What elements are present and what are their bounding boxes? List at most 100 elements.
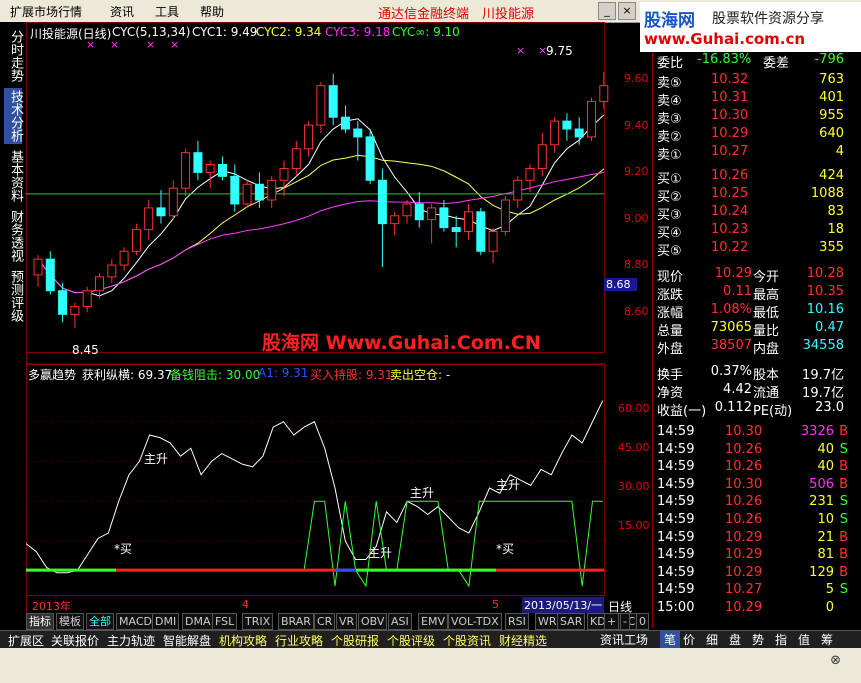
menu-item-news[interactable]: 资讯 — [110, 3, 134, 20]
right-bottom-tab[interactable]: 筹 — [821, 631, 833, 648]
menu-item-tools[interactable]: 工具 — [155, 3, 179, 20]
y-tick-9.40: 9.40 — [624, 119, 649, 132]
indicator-tab-macd[interactable]: MACD — [116, 613, 155, 630]
period-btn[interactable]: - — [620, 613, 630, 630]
tab-forecast[interactable]: 预测评级 — [4, 268, 23, 324]
right-bottom-tab[interactable]: 笔 — [660, 631, 681, 648]
indicator-tab-obv[interactable]: OBV — [358, 613, 388, 630]
candle-body — [230, 175, 240, 205]
bottom-tab[interactable]: 关联报价 — [51, 632, 99, 649]
candle-body — [513, 179, 523, 201]
stock-name-title: 川投能源 — [482, 7, 535, 22]
tick-row: 14:59 10.29 81 B — [653, 547, 861, 565]
candle-body — [328, 85, 338, 118]
bottom-tab[interactable]: 智能解盘 — [163, 632, 211, 649]
right-bottom-tab[interactable]: 指 — [775, 631, 787, 648]
right-bottom-tab[interactable]: 价 — [683, 631, 695, 648]
stat-row: 涨跌 0.11 最高 10.35 — [653, 284, 861, 303]
menu-item-help[interactable]: 帮助 — [200, 3, 224, 20]
indicator-tab-asi[interactable]: ASI — [388, 613, 412, 630]
bottom-tab[interactable]: 行业攻略 — [275, 632, 323, 649]
statusbar-close-icon[interactable]: ⊗ — [830, 653, 841, 668]
indicator-tab-brar[interactable]: BRAR — [278, 613, 314, 630]
indicator-tab-sar[interactable]: SAR — [557, 613, 586, 630]
tab-finance[interactable]: 财务透视 — [4, 208, 23, 264]
bottom-tab[interactable]: 个股资讯 — [443, 632, 491, 649]
bottom-tab[interactable]: 个股评级 — [387, 632, 435, 649]
indicator-tab-dma[interactable]: DMA — [182, 613, 214, 630]
sell-price: 10.32 — [711, 72, 749, 87]
low-price-label: 8.45 — [72, 343, 99, 357]
tab-basic-info[interactable]: 基本资料 — [4, 148, 23, 204]
indicator-tab-vr[interactable]: VR — [336, 613, 358, 630]
tab-technical[interactable]: 技术分析 — [4, 88, 23, 144]
right-bottom-tab[interactable]: 势 — [752, 631, 764, 648]
right-bottom-tab[interactable]: 盘 — [729, 631, 741, 648]
menu-item-ext-market[interactable]: 扩展市场行情 — [10, 3, 82, 20]
signal-marker: × — [110, 38, 119, 51]
indicator-tab-cr[interactable]: CR — [314, 613, 336, 630]
indicator-tab-指标[interactable]: 指标 — [26, 613, 54, 630]
cycinf-value: CYC∞: 9.10 — [392, 25, 460, 39]
bottom-tab[interactable]: 主力轨迹 — [107, 632, 155, 649]
tick-volume: 506 — [809, 476, 834, 492]
tick-price: 10.26 — [725, 494, 763, 510]
stat-value: 73065 — [710, 320, 752, 335]
sell-volume: 4 — [835, 144, 844, 159]
candle-body — [156, 207, 166, 217]
candle-body — [291, 148, 301, 169]
weicha-label: 委差 — [763, 56, 790, 71]
candle-body — [574, 128, 584, 138]
tab-timeshare[interactable]: 分时走势 — [4, 28, 23, 84]
candle-body — [402, 203, 412, 217]
indicator-tab-fsl[interactable]: FSL — [212, 613, 238, 630]
buy-row: 买② 10.25 1088 — [653, 186, 861, 205]
indicator-tab-emv[interactable]: EMV — [418, 613, 448, 630]
chart-area[interactable]: × × × × × × 川投能源(日线) CYC(5,13,34) CYC1: 9.49 … — [26, 22, 628, 613]
tick-volume: 0 — [825, 600, 834, 615]
candle-body — [365, 136, 375, 181]
candle-body — [537, 144, 547, 169]
bottom-tab[interactable]: 机构攻略 — [219, 632, 267, 649]
tick-volume: 21 — [817, 529, 834, 545]
bottom-tab[interactable]: 财经精选 — [499, 632, 547, 649]
bottom-tab[interactable]: 个股研报 — [331, 632, 379, 649]
indicator-tab-dmi[interactable]: DMI — [152, 613, 180, 630]
stat2-label: PE(动) — [753, 404, 793, 419]
minimize-button[interactable]: _ — [598, 2, 616, 20]
indicator-tab-trix[interactable]: TRIX — [242, 613, 274, 630]
period-btn[interactable]: + — [604, 613, 620, 630]
tick-time: 14:59 — [657, 424, 695, 439]
sell-volume: 401 — [819, 90, 844, 105]
tick-time: 14:59 — [657, 476, 695, 492]
candle-body — [464, 211, 473, 233]
stat-value: 10.28 — [806, 266, 844, 281]
candle-body — [119, 250, 129, 266]
indicator-tab-wr[interactable]: WR — [535, 613, 560, 630]
ma-line-5 — [37, 114, 605, 297]
right-bottom-tab[interactable]: 细 — [706, 631, 718, 648]
indicator-tab-全部[interactable]: 全部 — [86, 613, 114, 630]
right-bottom-tab[interactable]: 值 — [798, 631, 810, 648]
kline-chart-svg[interactable]: × × × × × × — [26, 22, 628, 596]
indicator-tab-vol-tdx[interactable]: VOL-TDX — [448, 613, 502, 630]
right-bottom-tab[interactable]: 资讯工场 — [600, 631, 648, 648]
tick-time: 14:59 — [657, 459, 695, 475]
tick-row: 14:59 10.30 506 B — [653, 477, 861, 495]
buy-row: 买④ 10.23 18 — [653, 222, 861, 241]
tick-row: 14:59 10.30 3326 B — [653, 424, 861, 442]
indicator-tab-rsi[interactable]: RSI — [505, 613, 529, 630]
buy-volume: 1088 — [810, 186, 844, 201]
indicator-tab-模板[interactable]: 模板 — [56, 613, 84, 630]
close-button[interactable]: × — [618, 2, 636, 20]
stat2-row: 净资 4.42 流通 19.7亿 — [653, 382, 861, 401]
candle-body — [377, 179, 387, 225]
period-btn[interactable]: 0 — [636, 613, 649, 630]
candle-body — [58, 290, 68, 315]
bottom-tab[interactable]: 扩展区 — [8, 632, 44, 649]
x-label-year: 2013年 — [32, 600, 71, 613]
buy-row: 买③ 10.24 83 — [653, 204, 861, 223]
sell-volume: 763 — [819, 72, 844, 87]
tick-volume: 40 — [817, 459, 834, 475]
right-bottom-tabs: 资讯工场笔价细盘势指值筹 — [600, 630, 861, 648]
